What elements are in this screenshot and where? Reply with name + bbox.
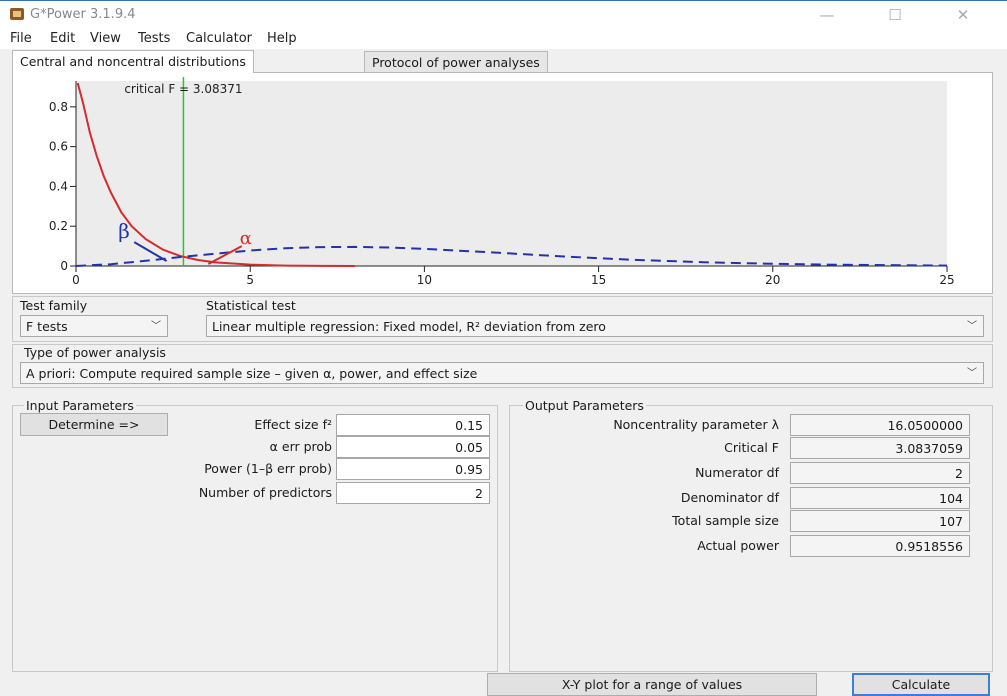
input-parameters-title: Input Parameters [24, 398, 136, 413]
menu-view[interactable]: View [90, 31, 121, 46]
plot-area [76, 81, 947, 266]
distribution-plot-panel: 0 5 10 15 20 25 0 0.2 0.4 0.6 0.8 critical F = 3.08… [12, 72, 993, 294]
critical-f-label: critical F = 3.08371 [124, 82, 242, 96]
predictors-field[interactable]: 2 [336, 482, 490, 504]
x-tick-label: 20 [765, 273, 780, 287]
calculate-button[interactable]: Calculate [852, 673, 990, 696]
y-tick-label: 0.4 [49, 179, 68, 193]
numerator-df-label: Numerator df [695, 465, 779, 480]
actual-power-value: 0.9518556 [790, 535, 970, 557]
predictors-label: Number of predictors [198, 485, 332, 500]
menu-tests[interactable]: Tests [138, 31, 170, 46]
menu-edit[interactable]: Edit [50, 31, 75, 46]
app-icon [10, 8, 24, 20]
power-analysis-label: Type of power analysis [24, 345, 166, 360]
test-family-label: Test family [20, 298, 88, 313]
beta-label: β [118, 219, 130, 243]
alpha-err-label: α err prob [269, 439, 332, 454]
noncentrality-label: Noncentrality parameter λ [613, 417, 779, 432]
x-tick-label: 15 [591, 273, 606, 287]
statistical-test-label: Statistical test [206, 298, 296, 313]
close-icon[interactable]: ✕ [940, 3, 986, 27]
power-analysis-value: A priori: Compute required sample size –… [26, 366, 478, 381]
test-family-select[interactable]: F tests ﹀ [20, 315, 168, 337]
y-tick-label: 0.8 [49, 100, 68, 114]
power-field[interactable]: 0.95 [336, 458, 490, 480]
y-tick-label: 0 [60, 259, 68, 273]
x-tick-label: 0 [72, 273, 80, 287]
critical-f-label: Critical F [724, 440, 779, 455]
x-tick-label: 25 [939, 273, 954, 287]
y-tick-label: 0.6 [49, 140, 68, 154]
statistical-test-value: Linear multiple regression: Fixed model,… [212, 319, 606, 334]
power-analysis-select[interactable]: A priori: Compute required sample size –… [20, 362, 984, 384]
output-parameters-title: Output Parameters [523, 398, 646, 413]
maximize-icon[interactable]: ☐ [872, 3, 918, 27]
effect-size-label: Effect size f² [254, 417, 332, 432]
x-tick-label: 5 [246, 273, 254, 287]
xy-plot-button[interactable]: X-Y plot for a range of values [487, 673, 817, 696]
app-window: G*Power 3.1.9.4 — ☐ ✕ File Edit View Tes… [0, 0, 1007, 696]
y-tick-label: 0.2 [49, 219, 68, 233]
total-sample-size-value: 107 [790, 510, 970, 532]
menu-help[interactable]: Help [267, 31, 297, 46]
alpha-err-field[interactable]: 0.05 [336, 436, 490, 458]
x-tick-label: 10 [417, 273, 432, 287]
title-bar: G*Power 3.1.9.4 — ☐ ✕ [0, 1, 1007, 29]
determine-button[interactable]: Determine => [20, 413, 168, 436]
power-label: Power (1–β err prob) [204, 461, 332, 476]
total-sample-size-label: Total sample size [672, 513, 779, 528]
numerator-df-value: 2 [790, 462, 970, 484]
chevron-down-icon: ﹀ [967, 368, 977, 379]
distribution-chart: 0 5 10 15 20 25 0 0.2 0.4 0.6 0.8 critical F = 3.08… [49, 77, 955, 287]
test-family-value: F tests [26, 319, 68, 334]
actual-power-label: Actual power [697, 538, 779, 553]
window-title: G*Power 3.1.9.4 [30, 7, 136, 22]
effect-size-field[interactable]: 0.15 [336, 414, 490, 436]
chevron-down-icon: ﹀ [151, 321, 161, 332]
noncentrality-value: 16.0500000 [790, 414, 970, 436]
minimize-icon[interactable]: — [804, 3, 850, 27]
menu-file[interactable]: File [10, 31, 32, 46]
menu-bar: File Edit View Tests Calculator Help [0, 29, 1007, 49]
statistical-test-select[interactable]: Linear multiple regression: Fixed model,… [206, 315, 984, 337]
denominator-df-label: Denominator df [680, 490, 779, 505]
tab-protocol[interactable]: Protocol of power analyses [364, 51, 548, 73]
menu-calculator[interactable]: Calculator [186, 31, 252, 46]
tab-distributions[interactable]: Central and noncentral distributions [12, 50, 254, 73]
denominator-df-value: 104 [790, 487, 970, 509]
critical-f-value: 3.0837059 [790, 437, 970, 459]
chevron-down-icon: ﹀ [967, 321, 977, 332]
